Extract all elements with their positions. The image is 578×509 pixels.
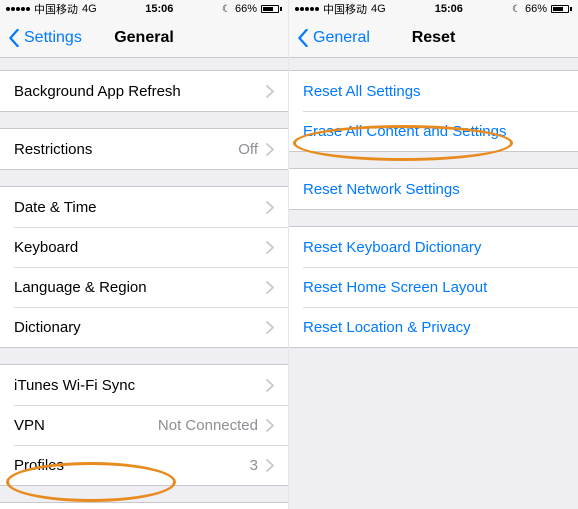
status-time: 15:06 — [145, 3, 173, 15]
chevron-left-icon — [8, 29, 20, 47]
carrier-label: 中国移动 — [34, 1, 78, 17]
nav-bar: General Reset — [289, 18, 578, 58]
signal-icon — [295, 7, 319, 11]
row-reset-network-settings[interactable]: Reset Network Settings — [289, 169, 578, 209]
back-label: General — [313, 29, 370, 47]
row-vpn[interactable]: VPN Not Connected — [0, 405, 288, 445]
row-label: Reset Location & Privacy — [303, 319, 471, 336]
row-background-app-refresh[interactable]: Background App Refresh — [0, 71, 288, 111]
row-reset-all-settings[interactable]: Reset All Settings — [289, 71, 578, 111]
battery-pct: 66% — [235, 3, 257, 15]
dnd-icon: ☾ — [512, 4, 521, 15]
network-label: 4G — [82, 3, 97, 15]
nav-bar: Settings General — [0, 18, 288, 58]
signal-icon — [6, 7, 30, 11]
row-dictionary[interactable]: Dictionary — [0, 307, 288, 347]
row-value: 3 — [250, 457, 258, 474]
chevron-right-icon — [266, 201, 274, 214]
row-label: Restrictions — [14, 141, 92, 158]
row-label: Reset All Settings — [303, 83, 421, 100]
chevron-right-icon — [266, 459, 274, 472]
row-label: Language & Region — [14, 279, 147, 296]
status-bar: 中国移动 4G 15:06 ☾ 66% — [0, 0, 288, 18]
status-bar: 中国移动 4G 15:06 ☾ 66% — [289, 0, 578, 18]
settings-list[interactable]: Background App Refresh Restrictions Off Dat… — [0, 58, 288, 509]
row-date-time[interactable]: Date & Time — [0, 187, 288, 227]
row-label: VPN — [14, 417, 45, 434]
row-profiles[interactable]: Profiles 3 — [0, 445, 288, 485]
network-label: 4G — [371, 3, 386, 15]
chevron-right-icon — [266, 85, 274, 98]
back-label: Settings — [24, 29, 82, 47]
row-label: Profiles — [14, 457, 64, 474]
row-label: Background App Refresh — [14, 83, 181, 100]
row-label: Date & Time — [14, 199, 97, 216]
row-keyboard[interactable]: Keyboard — [0, 227, 288, 267]
row-reset-location-privacy[interactable]: Reset Location & Privacy — [289, 307, 578, 347]
row-label: Keyboard — [14, 239, 78, 256]
back-button[interactable]: General — [297, 29, 370, 47]
row-reset-keyboard-dictionary[interactable]: Reset Keyboard Dictionary — [289, 227, 578, 267]
battery-icon — [261, 5, 282, 13]
row-itunes-wifi-sync[interactable]: iTunes Wi-Fi Sync — [0, 365, 288, 405]
row-regulatory[interactable]: Regulatory — [0, 503, 288, 509]
dnd-icon: ☾ — [222, 4, 231, 15]
status-time: 15:06 — [435, 3, 463, 15]
chevron-right-icon — [266, 321, 274, 334]
phone-reset: 中国移动 4G 15:06 ☾ 66% General Reset Reset … — [289, 0, 578, 509]
chevron-right-icon — [266, 419, 274, 432]
row-label: Reset Keyboard Dictionary — [303, 239, 481, 256]
chevron-right-icon — [266, 281, 274, 294]
row-reset-home-screen-layout[interactable]: Reset Home Screen Layout — [289, 267, 578, 307]
row-label: iTunes Wi-Fi Sync — [14, 377, 135, 394]
chevron-right-icon — [266, 143, 274, 156]
row-value: Not Connected — [158, 417, 258, 434]
row-label: Reset Home Screen Layout — [303, 279, 487, 296]
back-button[interactable]: Settings — [8, 29, 82, 47]
battery-icon — [551, 5, 572, 13]
battery-pct: 66% — [525, 3, 547, 15]
chevron-right-icon — [266, 379, 274, 392]
chevron-right-icon — [266, 241, 274, 254]
row-label: Reset Network Settings — [303, 181, 460, 198]
row-value: Off — [238, 141, 258, 158]
carrier-label: 中国移动 — [323, 1, 367, 17]
chevron-left-icon — [297, 29, 309, 47]
row-label: Erase All Content and Settings — [303, 123, 506, 140]
phone-general: 中国移动 4G 15:06 ☾ 66% Settings General Bac… — [0, 0, 289, 509]
reset-list[interactable]: Reset All Settings Erase All Content and … — [289, 58, 578, 509]
row-label: Dictionary — [14, 319, 81, 336]
row-restrictions[interactable]: Restrictions Off — [0, 129, 288, 169]
row-erase-all-content[interactable]: Erase All Content and Settings — [289, 111, 578, 151]
row-language-region[interactable]: Language & Region — [0, 267, 288, 307]
